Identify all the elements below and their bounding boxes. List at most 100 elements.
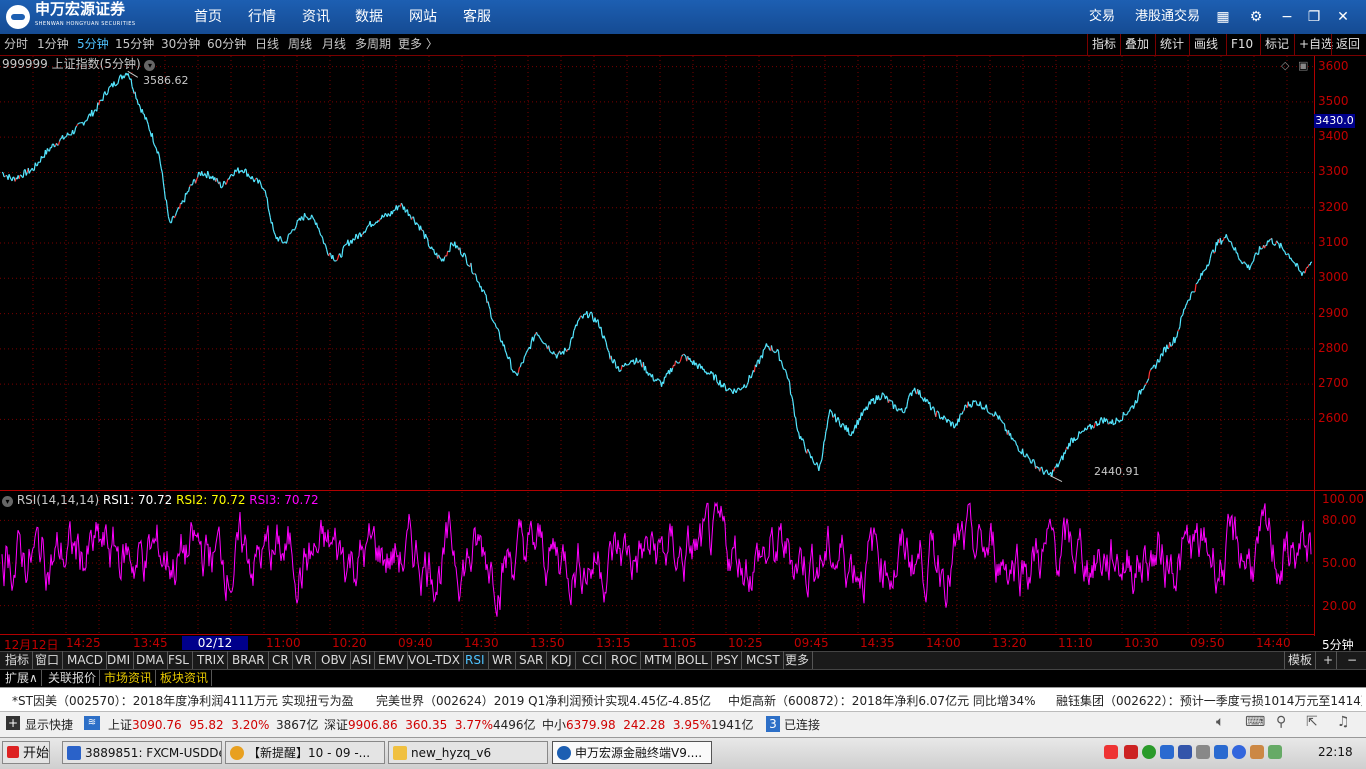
indicator-tab-obv[interactable]: OBV (318, 651, 351, 669)
nav-quotes[interactable]: 行情 (248, 0, 276, 34)
share-icon[interactable]: ⇱ (1306, 714, 1318, 730)
indicator-tab-cci[interactable]: CCI (579, 651, 606, 669)
tray-icon[interactable] (1142, 745, 1156, 759)
ticker-item[interactable]: 融钰集团（002622）：预计一季度亏损1014万元至1414万元 (1056, 692, 1362, 709)
tray-icon[interactable] (1160, 745, 1174, 759)
search-icon[interactable]: ⚲ (1276, 714, 1286, 730)
period-tab[interactable]: 5分钟 (77, 34, 109, 55)
trade-link[interactable]: 交易 (1089, 0, 1115, 34)
taskbar-item[interactable]: 【新提醒】10 - 09 -... (225, 741, 385, 764)
period-tab[interactable]: 60分钟 (207, 34, 246, 55)
expand-tab[interactable]: 扩展∧ (2, 670, 42, 686)
tray-icon[interactable] (1250, 745, 1264, 759)
add-indicator-button[interactable]: + (1320, 651, 1337, 669)
indicator-tab-rsi[interactable]: RSI (462, 651, 489, 669)
sector-news-tab[interactable]: 板块资讯 (157, 670, 212, 686)
nav-service[interactable]: 客服 (463, 0, 491, 34)
sh-index[interactable]: 上证3090.76 95.82 3.20% (108, 716, 269, 733)
nav-home[interactable]: 首页 (194, 0, 222, 34)
toolbar-5[interactable]: 标记 (1260, 34, 1293, 55)
period-tab[interactable]: 更多 〉 (398, 34, 438, 55)
period-tab[interactable]: 多周期 (355, 34, 391, 55)
diamond-icon[interactable]: ◇ (1281, 59, 1289, 72)
toolbar-3[interactable]: 画线 (1189, 34, 1222, 55)
restore-icon[interactable]: ❐ (1304, 7, 1324, 27)
period-tab[interactable]: 15分钟 (115, 34, 154, 55)
bluetooth-icon[interactable] (1232, 745, 1246, 759)
indicator-tab-sar[interactable]: SAR (516, 651, 547, 669)
hk-connect-link[interactable]: 港股通交易 (1135, 0, 1200, 34)
tray-icon[interactable] (1104, 745, 1118, 759)
indicator-tab-emv[interactable]: EMV (375, 651, 408, 669)
indicator-tab-roc[interactable]: ROC (608, 651, 641, 669)
price-segment (165, 199, 166, 200)
chevron-down-icon[interactable]: ▾ (2, 496, 13, 507)
indicator-tab-asi[interactable]: ASI (349, 651, 375, 669)
indicator-tab-mcst[interactable]: MCST (743, 651, 784, 669)
indicator-tab-vol-tdx[interactable]: VOL-TDX (405, 651, 464, 669)
chevron-down-icon[interactable]: ▾ (144, 60, 155, 71)
indicator-tab-boll[interactable]: BOLL (674, 651, 712, 669)
taskbar-item[interactable]: new_hyzq_v6 (388, 741, 548, 764)
ticker-item[interactable]: *ST因美（002570）：2018年度净利润4111万元 实现扭亏为盈 (12, 692, 354, 709)
related-quotes-tab[interactable]: 关联报价 (45, 670, 100, 686)
indicator-tab-窗口[interactable]: 窗口 (32, 651, 63, 669)
sz-index[interactable]: 深证9906.86 360.35 3.77% (324, 716, 493, 733)
indicator-tab-dma[interactable]: DMA (133, 651, 168, 669)
minimize-icon[interactable]: − (1277, 7, 1297, 27)
tray-icon[interactable] (1196, 745, 1210, 759)
period-tab[interactable]: 1分钟 (37, 34, 69, 55)
indicator-tab-psy[interactable]: PSY (713, 651, 742, 669)
indicator-tab-cr[interactable]: CR (269, 651, 293, 669)
indicator-tab-dmi[interactable]: DMI (104, 651, 134, 669)
indicator-tab-更多[interactable]: 更多 (782, 651, 813, 669)
close-icon[interactable]: ✕ (1333, 7, 1353, 27)
start-button[interactable]: 开始 (2, 741, 50, 764)
zx-index[interactable]: 中小6379.98 242.28 3.95% (542, 716, 711, 733)
tray-icon[interactable] (1268, 745, 1282, 759)
gear-icon[interactable]: ⚙ (1246, 7, 1266, 27)
indicator-tab-vr[interactable]: VR (292, 651, 316, 669)
toolbar-1[interactable]: 叠加 (1120, 34, 1153, 55)
rsi-chart[interactable] (0, 492, 1314, 634)
toolbar-2[interactable]: 统计 (1155, 34, 1188, 55)
shortcut-toggle[interactable]: 显示快捷 (25, 716, 73, 733)
indicator-tab-fsl[interactable]: FSL (165, 651, 193, 669)
ticker-item[interactable]: 中炬高新（600872）：2018年净利6.07亿元 同比增34% (728, 692, 1036, 709)
period-tab[interactable]: 分时 (4, 34, 28, 55)
indicator-tab-kdj[interactable]: KDJ (548, 651, 576, 669)
template-button[interactable]: 模板 (1284, 651, 1316, 669)
indicator-tab-mtm[interactable]: MTM (641, 651, 676, 669)
ticker-item[interactable]: 完美世界（002624）2019 Q1净利润预计实现4.45亿-4.85亿 (376, 692, 711, 709)
chart-icon[interactable]: ≋ (84, 716, 100, 730)
toolbar-4[interactable]: F10 (1226, 34, 1257, 55)
taskbar-item-active[interactable]: 申万宏源金融终端V9.... (552, 741, 712, 764)
indicator-tab-trix[interactable]: TRIX (194, 651, 228, 669)
taskbar-item[interactable]: 3889851: FXCM-USDDe... (62, 741, 222, 764)
indicator-tab-brar[interactable]: BRAR (229, 651, 269, 669)
period-tab[interactable]: 周线 (288, 34, 312, 55)
bell-icon[interactable]: ♫ (1337, 714, 1350, 730)
nav-website[interactable]: 网站 (409, 0, 437, 34)
market-news-tab[interactable]: 市场资讯 (101, 670, 156, 686)
panel-icon[interactable]: ▣ (1298, 59, 1308, 72)
speaker-icon[interactable]: 🔈︎ (1216, 714, 1224, 730)
indicator-tab-指标[interactable]: 指标 (2, 651, 33, 669)
tray-icon[interactable] (1214, 745, 1228, 759)
price-chart[interactable] (0, 56, 1314, 490)
toolbar-0[interactable]: 指标 (1087, 34, 1120, 55)
nav-data[interactable]: 数据 (355, 0, 383, 34)
period-tab[interactable]: 30分钟 (161, 34, 200, 55)
tray-icon[interactable] (1178, 745, 1192, 759)
nav-news[interactable]: 资讯 (302, 0, 330, 34)
plus-icon[interactable]: + (6, 716, 20, 730)
grid-icon[interactable]: ▦ (1213, 7, 1233, 27)
indicator-tab-wr[interactable]: WR (489, 651, 516, 669)
toolbar-7[interactable]: 返回 (1331, 34, 1364, 55)
period-tab[interactable]: 日线 (255, 34, 279, 55)
tray-icon[interactable] (1124, 745, 1138, 759)
period-tab[interactable]: 月线 (322, 34, 346, 55)
remove-indicator-button[interactable]: − (1344, 651, 1360, 669)
indicator-tab-macd[interactable]: MACD (64, 651, 107, 669)
keyboard-icon[interactable]: ⌨ (1245, 714, 1265, 730)
